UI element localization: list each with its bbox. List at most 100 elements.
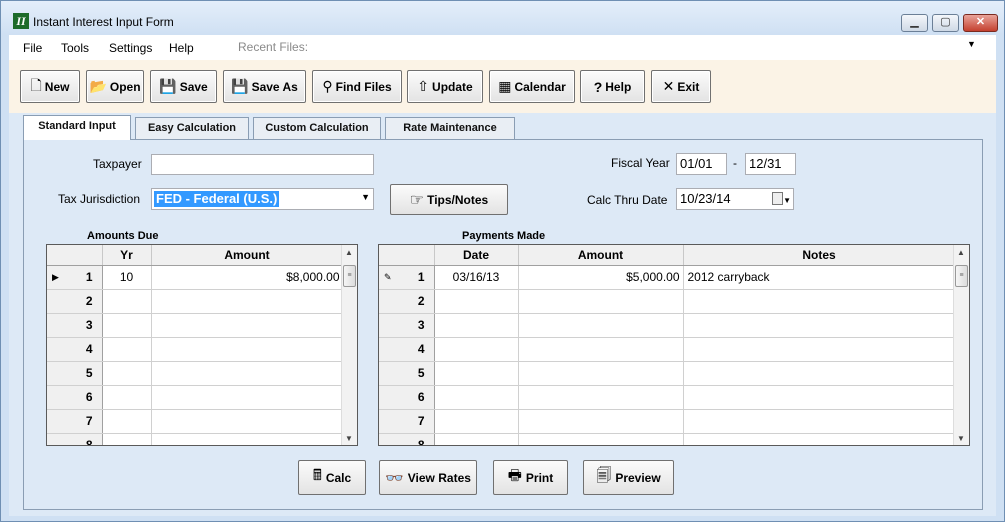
date-cell[interactable] (434, 289, 519, 314)
yr-cell[interactable] (102, 289, 152, 314)
recent-files-dropdown[interactable]: ▼ (967, 39, 976, 49)
date-cell[interactable] (434, 409, 519, 434)
jurisdiction-select[interactable]: FED - Federal (U.S.) ▼ (151, 188, 374, 210)
row-number[interactable]: 2 (47, 289, 103, 314)
notes-cell[interactable] (683, 409, 956, 434)
column-header-notes[interactable]: Notes (683, 245, 956, 266)
tips-notes-button[interactable]: ☞ Tips/Notes (390, 184, 508, 215)
table-row[interactable]: 4 (47, 337, 344, 362)
amount-cell[interactable] (151, 361, 344, 386)
column-header-date[interactable]: Date (434, 245, 519, 266)
notes-cell[interactable] (683, 361, 956, 386)
fiscal-year-end-input[interactable]: 12/31 (745, 153, 796, 175)
yr-cell[interactable] (102, 361, 152, 386)
tab-easy-calculation[interactable]: Easy Calculation (135, 117, 249, 139)
menu-file[interactable]: File (23, 41, 42, 55)
view-rates-button[interactable]: 👓 View Rates (379, 460, 477, 495)
date-cell[interactable] (434, 337, 519, 362)
yr-cell[interactable]: 10 (102, 265, 152, 290)
maximize-button[interactable]: ▢ (932, 14, 959, 32)
table-row[interactable]: 3 (379, 313, 956, 338)
row-number[interactable]: 5 (379, 361, 435, 386)
close-button[interactable]: ✕ (963, 14, 998, 32)
minimize-button[interactable]: ▁ (901, 14, 928, 32)
row-number[interactable]: 8 (47, 433, 103, 445)
menu-help[interactable]: Help (169, 41, 194, 55)
amount-cell[interactable] (518, 313, 684, 338)
menu-tools[interactable]: Tools (61, 41, 89, 55)
row-number[interactable]: 6 (47, 385, 103, 410)
tab-rate-maintenance[interactable]: Rate Maintenance (385, 117, 515, 139)
new-button[interactable]: 🗋 New (20, 70, 80, 103)
table-row[interactable]: 3 (47, 313, 344, 338)
menu-settings[interactable]: Settings (109, 41, 152, 55)
update-button[interactable]: ⇧ Update (407, 70, 483, 103)
column-header-amount[interactable]: Amount (518, 245, 684, 266)
date-cell[interactable]: 03/16/13 (434, 265, 519, 290)
amount-cell[interactable] (151, 289, 344, 314)
column-header-yr[interactable]: Yr (102, 245, 152, 266)
table-row[interactable]: 5 (379, 361, 956, 386)
chevron-down-icon[interactable]: ▼ (783, 191, 791, 211)
amount-cell[interactable]: $8,000.00 (151, 265, 344, 290)
notes-cell[interactable]: 2012 carryback (683, 265, 956, 290)
calendar-icon[interactable] (772, 192, 783, 205)
column-header-amount[interactable]: Amount (151, 245, 344, 266)
find-files-button[interactable]: ⚲ Find Files (312, 70, 402, 103)
row-number[interactable]: 3 (379, 313, 435, 338)
calc-button[interactable]: 🖩 Calc (298, 460, 366, 495)
scroll-up-icon[interactable]: ▲ (345, 248, 353, 257)
table-row[interactable]: 4 (379, 337, 956, 362)
amounts-due-scrollbar[interactable]: ▲ ≡ ▼ (341, 245, 357, 445)
calendar-button[interactable]: ▦ Calendar (489, 70, 575, 103)
scroll-up-icon[interactable]: ▲ (957, 248, 965, 257)
table-row[interactable]: 7 (379, 409, 956, 434)
table-row[interactable]: ▶ 1 10 $8,000.00 (47, 265, 344, 290)
yr-cell[interactable] (102, 337, 152, 362)
yr-cell[interactable] (102, 409, 152, 434)
amount-cell[interactable] (518, 433, 684, 445)
row-number[interactable]: ✎ 1 (379, 265, 435, 290)
date-cell[interactable] (434, 361, 519, 386)
scroll-thumb[interactable]: ≡ (343, 265, 356, 287)
calc-thru-date-picker[interactable]: 10/23/14 ▼ (676, 188, 794, 210)
yr-cell[interactable] (102, 433, 152, 445)
row-number[interactable]: 5 (47, 361, 103, 386)
row-number[interactable]: 8 (379, 433, 435, 445)
date-cell[interactable] (434, 313, 519, 338)
notes-cell[interactable] (683, 385, 956, 410)
amount-cell[interactable] (518, 409, 684, 434)
amount-cell[interactable] (518, 385, 684, 410)
row-number[interactable]: 4 (379, 337, 435, 362)
amount-cell[interactable] (518, 337, 684, 362)
payments-made-scrollbar[interactable]: ▲ ≡ ▼ (953, 245, 969, 445)
scroll-thumb[interactable]: ≡ (955, 265, 968, 287)
row-number[interactable]: 6 (379, 385, 435, 410)
save-button[interactable]: 💾 Save (150, 70, 217, 103)
notes-cell[interactable] (683, 313, 956, 338)
amount-cell[interactable]: $5,000.00 (518, 265, 684, 290)
row-number[interactable]: 7 (379, 409, 435, 434)
table-row[interactable]: 2 (379, 289, 956, 314)
save-as-button[interactable]: 💾 Save As (223, 70, 306, 103)
print-button[interactable]: 🖶 Print (493, 460, 568, 495)
table-row[interactable]: 6 (47, 385, 344, 410)
tab-standard-input[interactable]: Standard Input (23, 115, 131, 140)
row-number[interactable]: 7 (47, 409, 103, 434)
help-button[interactable]: ? Help (580, 70, 645, 103)
payments-made-grid[interactable]: Date Amount Notes ✎ 1 03/16/13 $5,000.00 … (378, 244, 970, 446)
amount-cell[interactable] (518, 289, 684, 314)
notes-cell[interactable] (683, 337, 956, 362)
date-cell[interactable] (434, 433, 519, 445)
exit-button[interactable]: ✕ Exit (651, 70, 711, 103)
preview-button[interactable]: 🗐 Preview (583, 460, 674, 495)
amount-cell[interactable] (151, 409, 344, 434)
table-row[interactable]: 8 (379, 433, 956, 445)
amount-cell[interactable] (151, 337, 344, 362)
amount-cell[interactable] (151, 385, 344, 410)
notes-cell[interactable] (683, 433, 956, 445)
yr-cell[interactable] (102, 385, 152, 410)
row-number[interactable]: 3 (47, 313, 103, 338)
tab-custom-calculation[interactable]: Custom Calculation (253, 117, 381, 139)
table-row[interactable]: 8 (47, 433, 344, 445)
